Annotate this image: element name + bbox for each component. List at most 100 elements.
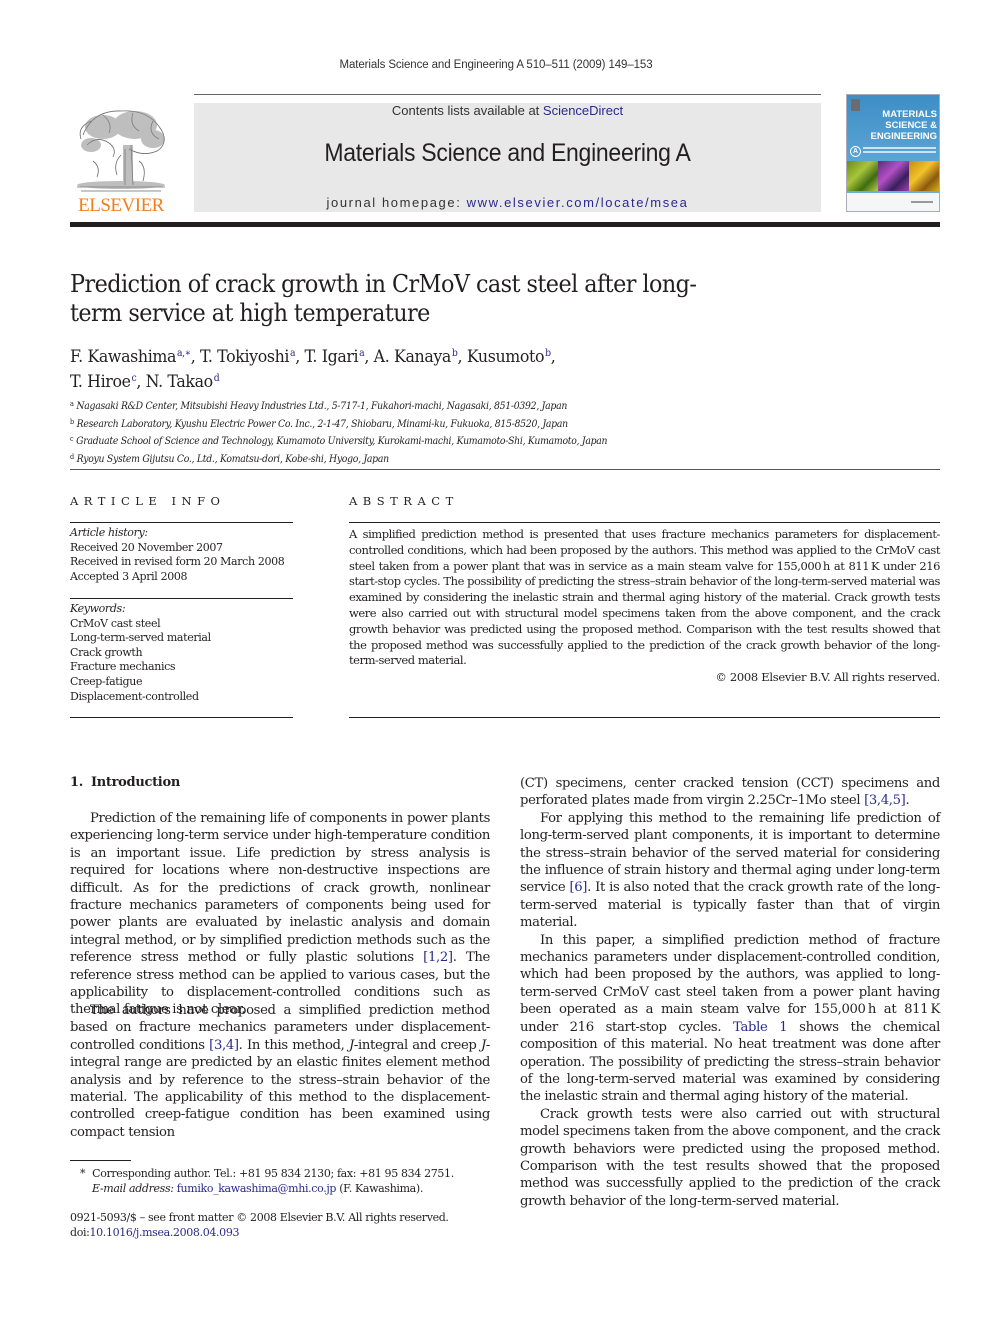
header-rule [194,94,821,95]
author-separator: , [295,347,305,367]
author-separator: , [364,347,374,367]
body-column-right: (CT) specimens, center cracked tension (… [520,775,940,1210]
journal-cover[interactable]: MATERIALS SCIENCE & ENGINEERING A [846,94,940,212]
author[interactable]: T. Tokiyoshia, [200,347,305,367]
paragraph-text: . [905,793,910,809]
cover-subtitle [863,147,936,149]
abstract-heading: ABSTRACT [349,494,459,508]
author-name: T. Tokiyoshi [200,347,290,367]
paragraph: The authors have proposed a simplified p… [70,1002,490,1141]
corresponding-author-footnote: * Corresponding author. Tel.: +81 95 834 … [80,1167,510,1196]
sciencedirect-link[interactable]: ScienceDirect [543,103,623,118]
keyword: Creep-fatigue [70,674,143,688]
keyword: Crack growth [70,645,143,659]
doi-prefix: doi: [70,1225,90,1239]
footnote-marker: * [80,1167,86,1180]
article-info-rule [70,598,293,599]
abstract-text: A simplified prediction method is presen… [349,527,940,668]
author-name: A. Kanaya [373,347,452,367]
paragraph: In this paper, a simplified prediction m… [520,932,940,1106]
journal-homepage-link[interactable]: www.elsevier.com/locate/msea [467,195,689,210]
table-link[interactable]: Table 1 [733,1020,788,1035]
keyword: Long-term-served material [70,631,211,645]
section-heading: 1. Introduction [70,775,180,790]
affiliations: a Nagasaki R&D Center, Mitsubishi Heavy I… [70,397,777,467]
keyword: Displacement-controlled [70,689,199,703]
keyword: CrMoV cast steel [70,616,161,630]
body-column-left: Prediction of the remaining life of comp… [70,810,490,1019]
paragraph: Crack growth tests were also carried out… [520,1106,940,1209]
footnote-line: * Corresponding author. Tel.: +81 95 834 … [80,1167,510,1182]
citation-link[interactable]: [6] [569,880,587,895]
author-list: F. Kawashimaa,∗, T. Tokiyoshia, T. Igari… [70,343,740,393]
front-matter: 0921-5093/$ – see front matter © 2008 El… [70,1211,500,1240]
cover-title-line: MATERIALS [882,109,937,120]
author-separator: , [457,347,467,367]
abstract-rule [349,717,940,718]
cover-footer [847,193,939,211]
cover-image-gold [909,161,939,191]
affiliation-text: Graduate School of Science and Technolog… [76,436,608,447]
author-name: T. Igari [304,347,359,367]
cover-image-purple [878,161,909,191]
author[interactable]: Kusumotob, [467,347,556,367]
paragraph: For applying this method to the remainin… [520,810,940,932]
article-info-rule [70,717,293,718]
paragraph: (CT) specimens, center cracked tension (… [520,775,940,810]
doi-line: doi:10.1016/j.msea.2008.04.093 [70,1226,500,1241]
history-item: Received in revised form 20 March 2008 [70,555,285,569]
affiliation-text: Ryoyu System Gijutsu Co., Ltd., Komatsu-… [76,453,389,465]
footnote-rule [70,1160,131,1161]
cover-title-line: ENGINEERING [870,131,937,142]
homepage-line: journal homepage: www.elsevier.com/locat… [194,195,821,210]
keywords: Keywords: CrMoV cast steel Long-term-ser… [70,602,300,704]
citation-link[interactable]: [1,2] [423,950,453,965]
affiliation-key: a [70,400,74,408]
article-title: Prediction of crack growth in CrMoV cast… [70,270,697,327]
homepage-prefix: journal homepage: [326,195,467,210]
author[interactable]: N. Takaod [146,372,220,392]
article-history: Article history: Received 20 November 20… [70,526,300,584]
affiliation-key: b [70,417,74,426]
citation-link[interactable]: [3,4] [209,1038,239,1053]
paragraph-text: Prediction of the remaining life of comp… [70,811,490,966]
author-name: T. Hiroe [70,372,131,392]
author[interactable]: T. Igaria, [305,347,374,367]
author[interactable]: A. Kanayab, [374,347,467,367]
author-name: Kusumoto [466,347,545,367]
author-separator: , [136,372,146,392]
author-name: F. Kawashima [70,347,177,367]
section-title: Introduction [90,775,180,790]
author-separator: , [190,347,201,367]
issn-line: 0921-5093/$ – see front matter © 2008 El… [70,1211,449,1224]
footnote-line: E-mail address: fumiko_kawashima@mhi.co.… [80,1182,510,1197]
paragraph-text: . In this method, [238,1037,349,1053]
author-separator: , [550,347,556,367]
author-affiliation-marker[interactable]: d [214,373,220,384]
keyword: Fracture mechanics [70,660,176,674]
running-head: Materials Science and Engineering A 510–… [339,59,653,71]
email-link[interactable]: fumiko_kawashima@mhi.co.jp [177,1182,337,1195]
abstract-copyright: © 2008 Elsevier B.V. All rights reserved… [715,670,940,684]
article-info-heading: ARTICLE INFO [70,494,226,508]
affiliation: a Nagasaki R&D Center, Mitsubishi Heavy I… [70,397,777,415]
cover-section-letter: A [850,146,861,157]
author[interactable]: T. Hiroec, [70,372,146,392]
history-item: Received 20 November 2007 [70,540,223,554]
keywords-label: Keywords: [70,602,126,615]
citation-link[interactable]: [3,4,5] [864,793,906,808]
author-affiliation-marker[interactable]: a,∗ [177,348,191,359]
author[interactable]: F. Kawashimaa,∗, [70,347,200,367]
affiliation: c Graduate School of Science and Technolo… [70,432,777,450]
journal-name: Materials Science and Engineering A [324,139,691,167]
affiliation-text: Nagasaki R&D Center, Mitsubishi Heavy In… [76,401,568,412]
affiliations-rule [70,469,940,470]
section-number: 1. [70,775,83,790]
doi-link[interactable]: 10.1016/j.msea.2008.04.093 [90,1226,240,1239]
elsevier-wordmark: ELSEVIER [78,195,164,216]
affiliation: b Research Laboratory, Kyushu Electric Po… [70,415,777,433]
history-item: Accepted 3 April 2008 [70,569,188,583]
affiliation-key: c [70,435,74,443]
elsevier-logo[interactable]: ELSEVIER [70,103,172,216]
author-name: N. Takao [145,372,214,392]
